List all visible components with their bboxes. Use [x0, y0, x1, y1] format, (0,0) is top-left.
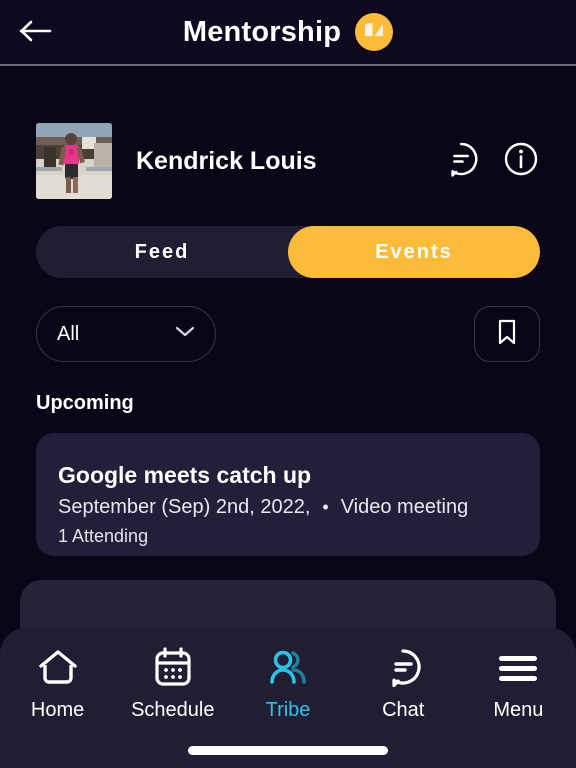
page-title: Mentorship	[182, 15, 342, 48]
chevron-down-icon	[175, 325, 195, 343]
back-button[interactable]	[10, 8, 62, 58]
segmented-tabs: Feed Events	[36, 226, 540, 278]
meta-separator: •	[322, 497, 329, 517]
nav-item-tribe[interactable]: Tribe	[230, 644, 345, 722]
message-button[interactable]	[442, 140, 480, 183]
section-title-upcoming: Upcoming	[36, 392, 134, 414]
nav-label-schedule: Schedule	[131, 699, 215, 721]
filter-dropdown-value: All	[57, 322, 80, 345]
nav-item-schedule[interactable]: Schedule	[115, 644, 230, 722]
tab-feed[interactable]: Feed	[36, 226, 288, 278]
app-bar: Mentorship	[0, 0, 576, 66]
nav-item-menu[interactable]: Menu	[461, 644, 576, 722]
chat-bubble-icon	[442, 140, 480, 183]
profile-row: Kendrick Louis	[0, 123, 576, 199]
filter-dropdown[interactable]: All	[36, 306, 216, 362]
brand-badge[interactable]	[355, 13, 394, 51]
avatar[interactable]	[36, 123, 112, 199]
arrow-left-icon	[19, 18, 53, 49]
info-button[interactable]	[502, 140, 540, 183]
event-attending-count: 1 Attending	[58, 526, 149, 546]
bottom-nav: Home Schedule Tribe Chat Menu	[0, 628, 576, 768]
nav-item-home[interactable]: Home	[0, 644, 115, 722]
nav-label-home: Home	[30, 699, 85, 721]
app-bar-center: Mentorship	[0, 13, 576, 51]
bookmark-button[interactable]	[474, 306, 540, 362]
nav-item-chat[interactable]: Chat	[346, 644, 461, 722]
filter-row: All	[36, 306, 540, 362]
home-icon	[35, 644, 81, 692]
chat-bubble-icon	[381, 644, 425, 692]
app-screen: Mentorship Kendrick Louis Feed Events Al…	[0, 0, 576, 768]
calendar-icon	[150, 644, 196, 692]
profile-name: Kendrick Louis	[136, 146, 317, 175]
people-icon	[264, 644, 312, 692]
event-card[interactable]: Google meets catch up September (Sep) 2n…	[36, 433, 540, 556]
profile-actions	[442, 140, 540, 183]
bookmark-icon	[496, 318, 518, 351]
nav-label-chat: Chat	[382, 699, 425, 721]
info-circle-icon	[502, 140, 540, 183]
event-type: Video meeting	[340, 496, 469, 518]
hamburger-icon	[495, 644, 541, 692]
nav-label-menu: Menu	[493, 699, 544, 721]
event-title: Google meets catch up	[58, 462, 312, 488]
event-date: September (Sep) 2nd, 2022,	[58, 496, 311, 518]
nav-label-tribe: Tribe	[265, 699, 311, 721]
home-indicator	[188, 746, 388, 755]
event-card-stack: Google meets catch up September (Sep) 2n…	[0, 433, 576, 650]
event-meta: September (Sep) 2nd, 2022, • Video meeti…	[58, 496, 518, 519]
tab-events[interactable]: Events	[288, 226, 540, 278]
brand-logo-icon	[363, 20, 385, 45]
